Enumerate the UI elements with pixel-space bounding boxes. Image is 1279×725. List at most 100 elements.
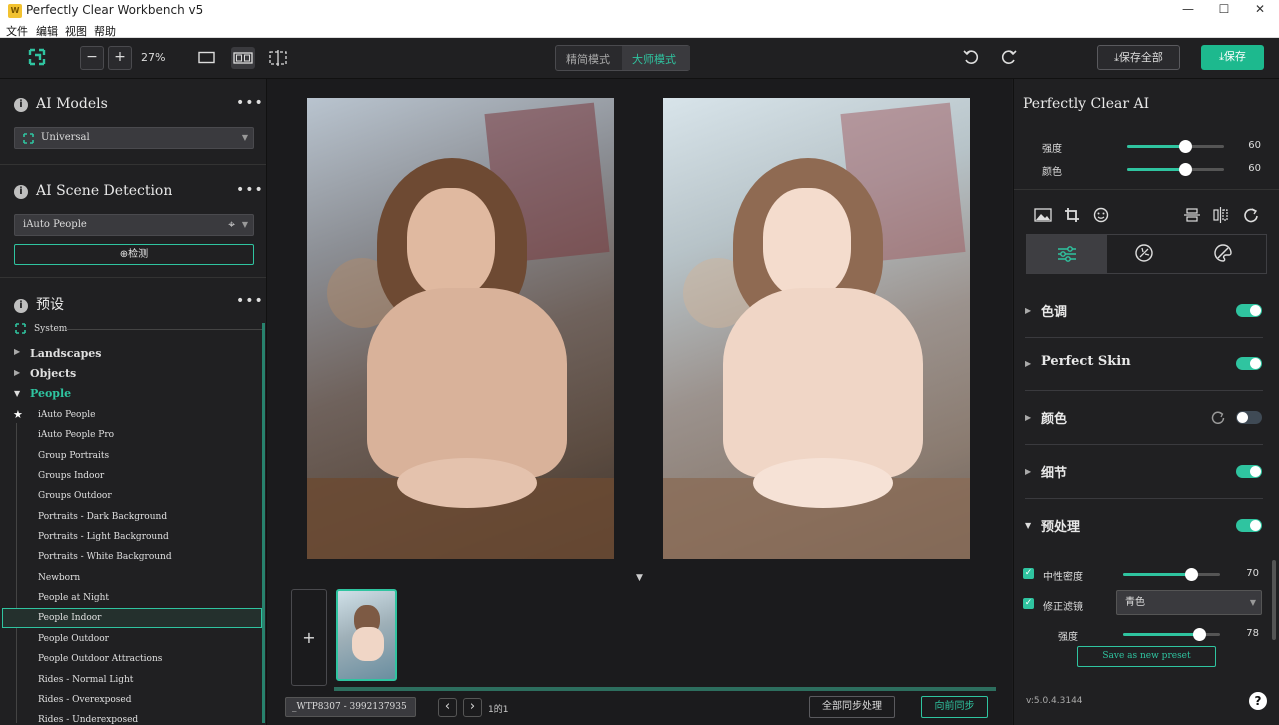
strength-slider[interactable] [1127, 140, 1224, 153]
favorite-star-icon[interactable]: ★ [13, 408, 23, 421]
palette-icon[interactable] [1213, 243, 1233, 263]
next-image-button[interactable]: › [463, 698, 482, 717]
add-image-button[interactable]: + [291, 589, 327, 686]
compare-view-icon[interactable] [268, 49, 288, 67]
reset-icon[interactable] [1211, 410, 1225, 424]
filter-select[interactable]: 青色 ▼ [1116, 590, 1262, 615]
preset-category-people[interactable]: People [30, 387, 71, 400]
chevron-down-icon: ▼ [241, 133, 248, 142]
detect-button[interactable]: ⊕检测 [14, 244, 254, 265]
chevron-right-icon: ▶ [1025, 413, 1032, 422]
ai-model-select[interactable]: Universal ▼ [14, 127, 254, 149]
zoom-in-button[interactable]: + [108, 46, 132, 70]
strength-label: 强度 [1042, 144, 1062, 155]
save-all-button[interactable]: ⤓保存全部 [1097, 45, 1180, 70]
detail-toggle[interactable] [1236, 465, 1262, 478]
right-panel-scrollbar[interactable] [1272, 560, 1276, 640]
zoom-level: 27% [141, 51, 166, 64]
color-slider[interactable] [1127, 163, 1224, 176]
preset-item[interactable]: iAuto People Pro [38, 430, 114, 440]
mode-simple-tab[interactable]: 精简模式 [566, 51, 610, 67]
redo-icon[interactable] [1000, 48, 1018, 66]
preset-item[interactable]: Portraits - Light Background [38, 532, 169, 542]
preprocess-toggle[interactable] [1236, 519, 1262, 532]
filter-label: 修正滤镜 [1043, 602, 1083, 613]
scene-select[interactable]: iAuto People ⌖ ▼ [14, 214, 254, 236]
file-select[interactable]: _WTP8307 - 3992137935 [285, 697, 416, 717]
preset-scrollbar[interactable] [262, 323, 265, 723]
preset-item[interactable]: People Outdoor Attractions [38, 654, 162, 664]
info-icon: i [14, 299, 28, 313]
tab-adjustments[interactable] [1027, 235, 1107, 273]
section-tone[interactable]: ▶ 色调 [1025, 284, 1263, 338]
collapse-filmstrip-icon[interactable]: ▼ [636, 573, 643, 583]
mode-master-tab[interactable]: 大师模式 [632, 51, 676, 67]
preset-item[interactable]: Portraits - Dark Background [38, 512, 167, 522]
flip-vertical-icon[interactable] [1184, 208, 1200, 222]
section-perfect-skin[interactable]: ▶ Perfect Skin [1025, 337, 1263, 391]
preset-category-objects[interactable]: Objects [30, 367, 76, 380]
menu-edit[interactable]: 编辑 [36, 23, 58, 39]
slider-knob[interactable] [1179, 163, 1193, 176]
slider-knob[interactable] [1179, 140, 1193, 153]
save-button[interactable]: ⤓保存 [1201, 45, 1264, 70]
close-button[interactable]: ✕ [1250, 2, 1270, 20]
preset-item[interactable]: Groups Indoor [38, 471, 104, 481]
neutral-density-checkbox[interactable]: ✓ [1023, 568, 1034, 579]
menu-view[interactable]: 视图 [65, 23, 87, 39]
save-preset-button[interactable]: Save as new preset [1077, 646, 1216, 667]
slider-fill [1123, 573, 1191, 576]
prev-image-button[interactable]: ‹ [438, 698, 457, 717]
crop-icon[interactable] [1064, 207, 1080, 223]
split-view-button[interactable] [231, 47, 255, 69]
zoom-out-button[interactable]: − [80, 46, 104, 70]
preset-item[interactable]: iAuto People [38, 410, 95, 420]
section-label: 颜色 [1041, 412, 1068, 427]
preset-item[interactable]: People Outdoor [38, 634, 109, 644]
preset-item[interactable]: Rides - Normal Light [38, 675, 133, 685]
preset-item[interactable]: Groups Outdoor [38, 491, 112, 501]
preset-category-landscapes[interactable]: Landscapes [30, 347, 101, 360]
help-icon[interactable]: ? [1249, 692, 1267, 710]
thumbnail-image[interactable] [336, 589, 397, 681]
preset-item[interactable]: Rides - Overexposed [38, 695, 132, 705]
original-photo[interactable] [307, 98, 614, 559]
preset-item[interactable]: People at Night [38, 593, 109, 603]
slider-knob[interactable] [1184, 568, 1198, 581]
image-icon[interactable] [1034, 208, 1052, 222]
preset-item[interactable]: Group Portraits [38, 451, 109, 461]
filmstrip-scrollbar[interactable] [334, 687, 996, 691]
minimize-button[interactable]: — [1178, 2, 1198, 20]
face-icon[interactable] [1093, 207, 1109, 223]
section-preprocess[interactable]: ▼ 预处理 [1025, 499, 1263, 553]
menu-help[interactable]: 帮助 [94, 23, 116, 39]
toggle-knob [1250, 358, 1261, 369]
retouch-icon[interactable] [1134, 243, 1154, 263]
slider-knob[interactable] [1192, 628, 1206, 641]
preset-item[interactable]: Newborn [38, 573, 80, 583]
tone-toggle[interactable] [1236, 304, 1262, 317]
scene-more-button[interactable]: ••• [236, 182, 264, 198]
preset-item-selected[interactable]: People Indoor [38, 613, 101, 623]
neutral-density-slider[interactable] [1123, 568, 1220, 581]
intensity-slider[interactable] [1123, 628, 1220, 641]
menu-file[interactable]: 文件 [6, 23, 28, 39]
preset-item[interactable]: Portraits - White Background [38, 552, 172, 562]
perfect-skin-toggle[interactable] [1236, 357, 1262, 370]
corrected-photo[interactable] [663, 98, 970, 559]
flip-horizontal-icon[interactable] [1213, 207, 1229, 223]
section-detail[interactable]: ▶ 细节 [1025, 445, 1263, 499]
filter-checkbox[interactable]: ✓ [1023, 598, 1034, 609]
sync-all-button[interactable]: 全部同步处理 [809, 696, 895, 718]
undo-icon[interactable] [962, 48, 980, 66]
presets-more-button[interactable]: ••• [236, 293, 264, 309]
single-view-icon[interactable] [198, 51, 216, 65]
rotate-icon[interactable] [1243, 207, 1259, 223]
color-toggle[interactable] [1236, 411, 1262, 424]
maximize-button[interactable]: ☐ [1214, 2, 1234, 20]
section-color[interactable]: ▶ 颜色 [1025, 391, 1263, 445]
preset-item[interactable]: Rides - Underexposed [38, 715, 138, 725]
sync-forward-button[interactable]: 向前同步 [921, 696, 988, 718]
left-panel: i AI Models ••• Universal ▼ i AI Scene Det… [0, 79, 267, 725]
ai-models-more-button[interactable]: ••• [236, 95, 264, 111]
